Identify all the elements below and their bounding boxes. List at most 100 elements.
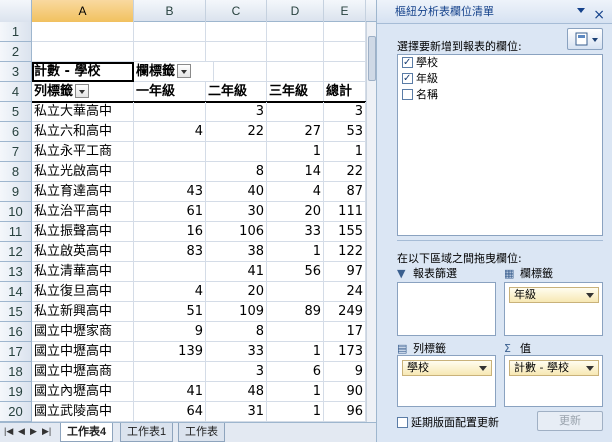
column-header-e[interactable]: E [324,0,366,22]
count-cell[interactable]: 1 [324,142,366,162]
school-name-cell[interactable]: 國立武陵高中 [32,402,134,422]
school-name-cell[interactable]: 私立振聲高中 [32,222,134,242]
school-name-cell[interactable]: 私立啟英高中 [32,242,134,262]
row-header[interactable]: 19 [0,382,32,402]
count-cell[interactable]: 24 [324,282,366,302]
cell[interactable] [324,22,366,42]
count-cell[interactable]: 89 [267,302,324,322]
count-cell[interactable]: 96 [324,402,366,422]
count-cell[interactable]: 139 [134,342,206,362]
count-cell[interactable]: 56 [267,262,324,282]
column-labels-area[interactable]: 年級 [504,282,603,336]
count-cell[interactable] [206,142,267,162]
count-cell[interactable]: 53 [324,122,366,142]
grade-header-cell[interactable]: 二年級 [206,82,267,102]
count-cell[interactable]: 1 [267,402,324,422]
update-button[interactable]: 更新 [537,411,603,431]
values-area[interactable]: 計數 - 學校 [504,355,603,407]
tab-sheet1[interactable]: 工作表1 [120,423,174,442]
count-cell[interactable]: 3 [324,102,366,122]
count-cell[interactable]: 33 [267,222,324,242]
count-cell[interactable]: 9 [324,362,366,382]
cell-grid[interactable]: 1 2 3 計數 - 學校 欄標籤 4 列標籤 一年級 二年級 三年級 總計 5 私立大華高中 3 3 6 私立… [0,22,366,422]
count-cell[interactable]: 4 [134,122,206,142]
school-name-cell[interactable]: 私立六和高中 [32,122,134,142]
count-cell[interactable] [267,282,324,302]
row-header[interactable]: 2 [0,42,32,62]
school-name-cell[interactable]: 私立光啟高中 [32,162,134,182]
row-header[interactable]: 11 [0,222,32,242]
prev-sheet-icon[interactable]: ◀ [18,426,25,437]
cell[interactable] [324,42,366,62]
school-name-cell[interactable]: 國立中壢高中 [32,342,134,362]
count-cell[interactable] [134,362,206,382]
count-cell[interactable]: 3 [206,362,267,382]
school-name-cell[interactable]: 私立永平工商 [32,142,134,162]
defer-checkbox[interactable] [397,416,408,428]
count-cell[interactable]: 43 [134,182,206,202]
count-cell[interactable]: 27 [267,122,324,142]
cell[interactable] [267,42,324,62]
cell[interactable] [206,62,267,82]
column-labels-dropdown[interactable] [177,63,192,78]
school-name-cell[interactable]: 國立中壢高商 [32,362,134,382]
count-cell[interactable]: 14 [267,162,324,182]
count-cell[interactable]: 40 [206,182,267,202]
school-name-cell[interactable]: 私立復旦高中 [32,282,134,302]
count-cell[interactable]: 20 [267,202,324,222]
panel-splitter[interactable] [397,240,603,244]
scrollbar-thumb[interactable] [368,36,376,81]
count-cell[interactable]: 1 [267,242,324,262]
count-cell[interactable]: 17 [324,322,366,342]
vertical-scrollbar[interactable] [366,22,376,422]
row-header[interactable]: 16 [0,322,32,342]
column-field-grade[interactable]: 年級 [509,287,599,303]
school-name-cell[interactable]: 私立新興高中 [32,302,134,322]
count-cell[interactable] [267,322,324,342]
row-header[interactable]: 7 [0,142,32,162]
row-field-school[interactable]: 學校 [402,360,492,376]
row-header[interactable]: 20 [0,402,32,422]
school-checkbox[interactable] [402,55,413,71]
count-cell[interactable]: 61 [134,202,206,222]
count-cell[interactable]: 111 [324,202,366,222]
tab-sheet-more[interactable]: 工作表 [178,423,225,442]
count-cell[interactable]: 20 [206,282,267,302]
count-cell[interactable]: 173 [324,342,366,362]
count-cell[interactable]: 22 [324,162,366,182]
row-header[interactable]: 18 [0,362,32,382]
school-name-cell[interactable]: 國立內壢高中 [32,382,134,402]
count-cell[interactable]: 48 [206,382,267,402]
layout-options-button[interactable] [567,28,603,50]
cell[interactable] [267,22,324,42]
column-header-d[interactable]: D [267,0,324,22]
field-item-name[interactable]: 名稱 [398,87,602,103]
count-cell[interactable]: 22 [206,122,267,142]
count-cell[interactable]: 9 [134,322,206,342]
count-cell[interactable]: 83 [134,242,206,262]
tab-sheet4[interactable]: 工作表4 [60,423,114,442]
count-cell[interactable]: 109 [206,302,267,322]
column-header-b[interactable]: B [134,0,206,22]
count-cell[interactable]: 1 [267,342,324,362]
cell[interactable] [134,22,206,42]
count-cell[interactable] [134,142,206,162]
pivot-value-label-cell[interactable]: 計數 - 學校 [32,62,134,82]
row-header[interactable]: 8 [0,162,32,182]
school-name-cell[interactable]: 私立育達高中 [32,182,134,202]
school-name-cell[interactable]: 私立大華高中 [32,102,134,122]
next-sheet-icon[interactable]: ▶ [30,426,37,437]
row-header[interactable]: 17 [0,342,32,362]
panel-menu-icon[interactable] [577,8,585,13]
count-cell[interactable]: 122 [324,242,366,262]
count-cell[interactable]: 90 [324,382,366,402]
cell[interactable] [32,22,134,42]
count-cell[interactable] [267,102,324,122]
grade-header-cell[interactable]: 總計 [324,82,366,102]
field-item-school[interactable]: 學校 [398,55,602,71]
count-cell[interactable]: 41 [134,382,206,402]
count-cell[interactable] [134,102,206,122]
select-all-corner[interactable] [0,0,32,22]
count-cell[interactable]: 4 [267,182,324,202]
count-cell[interactable]: 4 [134,282,206,302]
